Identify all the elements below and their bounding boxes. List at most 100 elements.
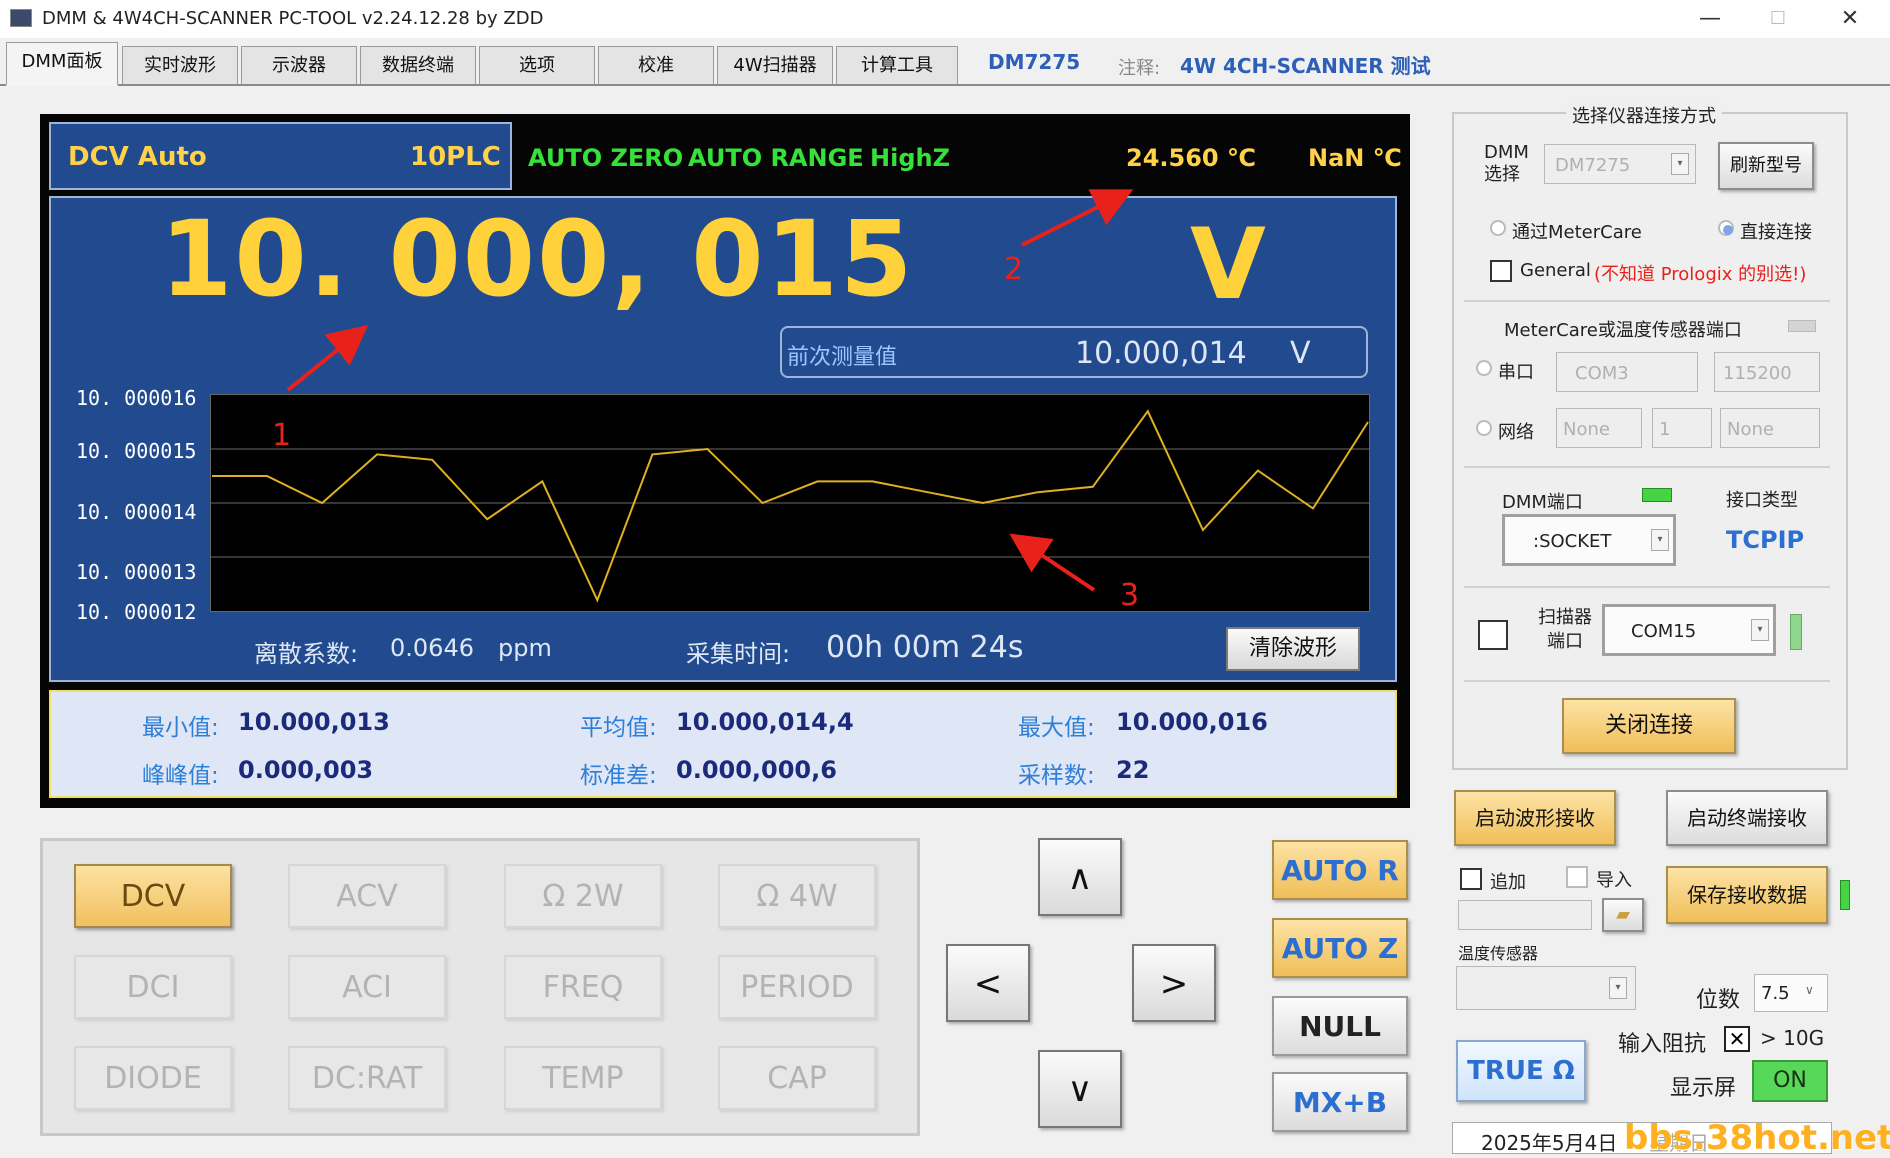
acquire-time-value: 00h 00m 24s xyxy=(826,630,1024,665)
ohm-4w-button[interactable]: Ω 4W xyxy=(718,864,876,928)
dci-button[interactable]: DCI xyxy=(74,955,232,1019)
radio-direct[interactable] xyxy=(1718,220,1734,236)
interface-type-value: TCPIP xyxy=(1726,526,1805,554)
main-unit: V xyxy=(1190,208,1266,322)
net-select-1[interactable]: None xyxy=(1556,408,1642,448)
radio-metercare-label: 通过MeterCare xyxy=(1512,222,1642,243)
up-arrow-button[interactable]: ∧ xyxy=(1038,838,1122,916)
temp-button[interactable]: TEMP xyxy=(504,1046,662,1110)
radio-serial[interactable] xyxy=(1476,360,1492,376)
dcv-button[interactable]: DCV xyxy=(74,864,232,928)
previous-reading-unit: V xyxy=(1290,336,1311,371)
minimize-button[interactable]: — xyxy=(1690,6,1730,32)
stat-min-value: 10.000,013 xyxy=(238,708,390,736)
null-button[interactable]: NULL xyxy=(1272,996,1408,1056)
dispersion-unit: ppm xyxy=(498,634,552,662)
scanner-port-value: COM15 xyxy=(1631,621,1697,642)
auto-range-button[interactable]: AUTO R xyxy=(1272,840,1408,900)
auto-zero-button[interactable]: AUTO Z xyxy=(1272,918,1408,978)
serial-label: 串口 xyxy=(1498,362,1534,383)
display-on-toggle[interactable]: ON xyxy=(1752,1060,1828,1102)
input-impedance-checkbox[interactable]: ✕ xyxy=(1724,1026,1750,1052)
general-checkbox[interactable] xyxy=(1490,260,1512,282)
import-checkbox[interactable] xyxy=(1566,866,1588,888)
acquire-time-label: 采集时间: xyxy=(686,640,791,668)
true-ohm-button[interactable]: TRUE Ω xyxy=(1456,1040,1586,1102)
net-select-3[interactable]: None xyxy=(1720,408,1820,448)
net-select-2[interactable]: 1 xyxy=(1652,408,1712,448)
left-arrow-button[interactable]: < xyxy=(946,944,1030,1022)
aci-button[interactable]: ACI xyxy=(288,955,446,1019)
radio-metercare[interactable] xyxy=(1490,220,1506,236)
chevron-down-icon: ▾ xyxy=(1609,977,1627,999)
note-text: 4W 4CH-SCANNER 测试 xyxy=(1180,54,1431,78)
metercare-led xyxy=(1788,320,1816,332)
diode-button[interactable]: DIODE xyxy=(74,1046,232,1110)
temperature-2: NaN ℃ xyxy=(1308,144,1402,172)
close-button[interactable]: ✕ xyxy=(1830,6,1870,32)
period-button[interactable]: PERIOD xyxy=(718,955,876,1019)
dmm-select-label: DMM 选择 xyxy=(1484,142,1529,185)
scanner-led xyxy=(1790,614,1802,650)
temp-sensor-select[interactable]: ▾ xyxy=(1456,966,1636,1010)
date-text: 2025年5月4日 xyxy=(1481,1131,1618,1155)
freq-button[interactable]: FREQ xyxy=(504,955,662,1019)
chevron-down-icon: ▾ xyxy=(1671,153,1689,175)
dc-ratio-button[interactable]: DC:RAT xyxy=(288,1046,446,1110)
acv-button[interactable]: ACV xyxy=(288,864,446,928)
digits-select[interactable]: 7.5 ∨ xyxy=(1754,974,1828,1012)
clear-waveform-button[interactable]: 清除波形 xyxy=(1226,627,1360,671)
stat-count-value: 22 xyxy=(1116,756,1150,784)
right-arrow-button[interactable]: > xyxy=(1132,944,1216,1022)
scanner-checkbox[interactable] xyxy=(1478,620,1508,650)
folder-icon[interactable]: ▰ xyxy=(1602,898,1644,932)
radio-network[interactable] xyxy=(1476,420,1492,436)
dispersion-value: 0.0646 xyxy=(390,634,474,662)
interface-type-label: 接口类型 xyxy=(1726,490,1798,511)
mxb-button[interactable]: MX+B xyxy=(1272,1072,1408,1132)
divider xyxy=(1464,680,1830,682)
dmm-port-select[interactable]: :SOCKET ▾ xyxy=(1502,514,1676,566)
display-screen-label: 显示屏 xyxy=(1670,1076,1737,1101)
maximize-button[interactable]: ☐ xyxy=(1758,6,1798,32)
cap-button[interactable]: CAP xyxy=(718,1046,876,1110)
close-connection-button[interactable]: 关闭连接 xyxy=(1562,698,1736,754)
import-path-field[interactable] xyxy=(1458,900,1592,930)
digits-label: 位数 xyxy=(1696,988,1741,1013)
scanner-port-label: 扫描器 端口 xyxy=(1538,607,1592,652)
annotation-arrow-3 xyxy=(1009,533,1096,592)
com-port-select[interactable]: COM3 xyxy=(1556,352,1698,392)
import-label: 导入 xyxy=(1596,870,1632,891)
append-label: 追加 xyxy=(1490,872,1526,893)
net-select-1-value: None xyxy=(1563,419,1610,440)
temp-sensor-label: 温度传感器 xyxy=(1458,944,1539,963)
save-led xyxy=(1840,880,1850,910)
annotation-arrow-1 xyxy=(286,324,369,392)
annotation-label-1: 1 xyxy=(272,418,292,453)
scanner-port-select[interactable]: COM15 ▾ xyxy=(1602,604,1776,656)
net-select-3-value: None xyxy=(1727,419,1774,440)
baud-select[interactable]: 115200 xyxy=(1714,352,1820,392)
down-arrow-button[interactable]: ∨ xyxy=(1038,1050,1122,1128)
watermark: bbs.38hot.net xyxy=(1624,1118,1890,1158)
refresh-model-button[interactable]: 刷新型号 xyxy=(1718,142,1814,190)
input-impedance-label: 输入阻抗 xyxy=(1618,1032,1707,1057)
divider xyxy=(1464,466,1830,468)
chevron-down-icon: ▾ xyxy=(1751,619,1769,641)
start-terminal-receive-button[interactable]: 启动终端接收 xyxy=(1666,790,1828,846)
net-select-2-value: 1 xyxy=(1659,419,1671,440)
append-checkbox[interactable] xyxy=(1460,868,1482,890)
divider xyxy=(1464,300,1830,302)
ohm-2w-button[interactable]: Ω 2W xyxy=(504,864,662,928)
digits-value: 7.5 xyxy=(1761,983,1790,1004)
save-received-data-button[interactable]: 保存接收数据 xyxy=(1666,866,1828,924)
stat-avg-value: 10.000,014,4 xyxy=(676,708,854,736)
dmm-model-select[interactable]: DM7275 ▾ xyxy=(1544,144,1696,184)
chevron-down-icon: ∨ xyxy=(1805,983,1814,997)
dmm-model-value: DM7275 xyxy=(1555,155,1631,176)
dispersion-label: 离散系数: xyxy=(254,640,359,668)
stat-min-label: 最小值: xyxy=(142,715,219,741)
general-label: General xyxy=(1520,260,1591,281)
stat-pp-label: 峰峰值: xyxy=(142,763,219,789)
start-wave-receive-button[interactable]: 启动波形接收 xyxy=(1454,790,1616,846)
